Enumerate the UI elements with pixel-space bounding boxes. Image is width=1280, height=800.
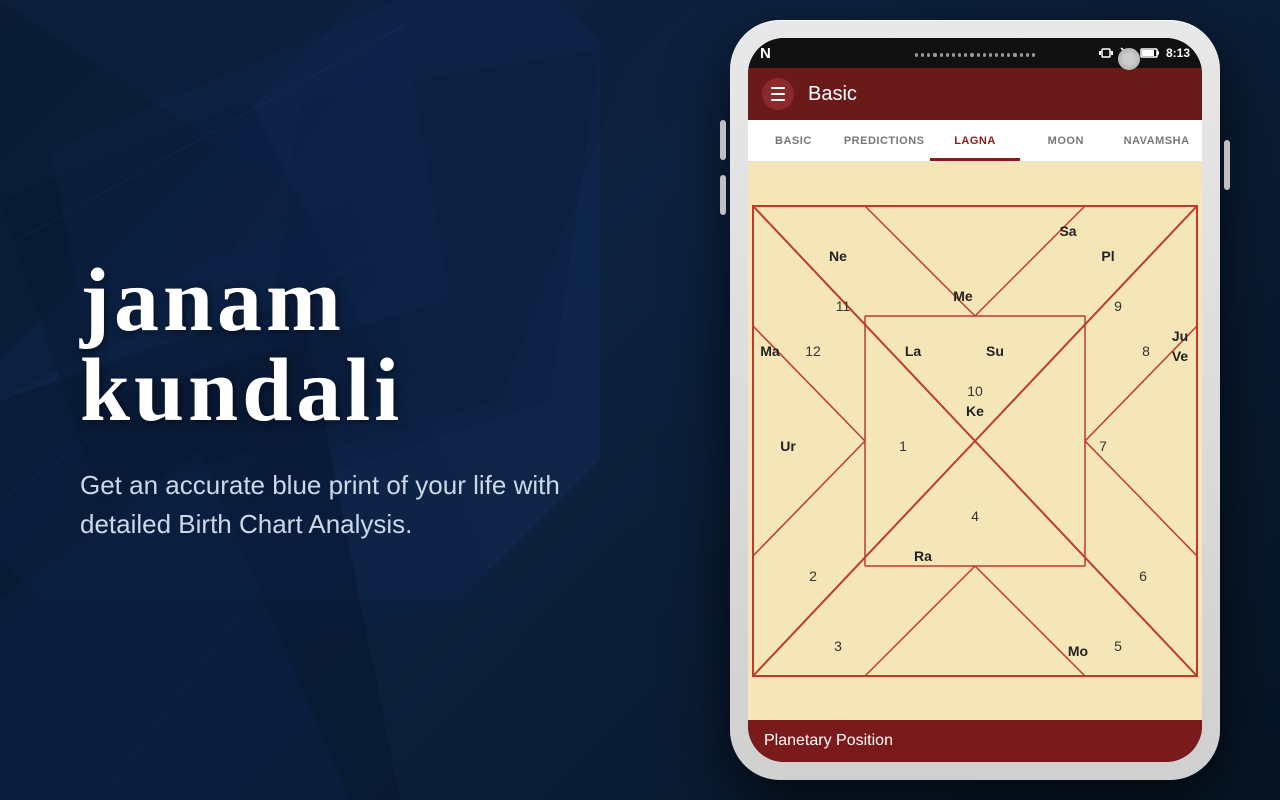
house-4: 4: [971, 508, 979, 524]
house-8: 8: [1142, 343, 1150, 359]
tab-lagna[interactable]: LAGNA: [930, 120, 1021, 161]
planet-la: La: [905, 343, 922, 359]
vibrate-icon: [1098, 47, 1114, 59]
planetary-position-label: Planetary Position: [764, 732, 893, 750]
volume-up-button: [720, 120, 726, 160]
planet-ra: Ra: [914, 548, 932, 564]
planet-sa: Sa: [1059, 223, 1076, 239]
hamburger-line-3: [771, 99, 785, 101]
house-2: 2: [809, 568, 817, 584]
planet-su: Su: [986, 343, 1004, 359]
house-5: 5: [1114, 638, 1122, 654]
header-title: Basic: [808, 83, 857, 106]
tab-moon[interactable]: MOON: [1020, 120, 1111, 161]
power-button: [1224, 140, 1230, 190]
status-logo: N: [760, 45, 771, 62]
kundali-svg: Sa Ne Pl 11 Me 9 Ma 12 L: [748, 162, 1202, 720]
phone-mockup: N 8:13: [730, 20, 1220, 780]
house-3: 3: [834, 638, 842, 654]
bottom-bar[interactable]: Planetary Position: [748, 720, 1202, 762]
planet-ju: Ju: [1172, 328, 1188, 344]
speaker-grille: [915, 48, 1035, 62]
house-11: 11: [836, 298, 851, 314]
house-6: 6: [1139, 568, 1147, 584]
phone-screen: N 8:13: [748, 38, 1202, 762]
planet-ke: Ke: [966, 403, 984, 419]
kundali-chart: Sa Ne Pl 11 Me 9 Ma 12 L: [748, 162, 1202, 720]
planet-mo: Mo: [1068, 643, 1088, 659]
house-7: 7: [1099, 438, 1107, 454]
tab-navamsha[interactable]: NAVAMSHA: [1111, 120, 1202, 161]
house-1: 1: [899, 438, 907, 454]
hamburger-line-1: [771, 87, 785, 89]
title-line2: kundali: [80, 341, 403, 440]
navigation-tabs: BASIC PREDICTIONS LAGNA MOON NAVAMSHA: [748, 120, 1202, 162]
hamburger-line-2: [771, 93, 785, 95]
phone-outer-shell: N 8:13: [730, 20, 1220, 780]
app-subtitle: Get an accurate blue print of your life …: [80, 466, 600, 544]
battery-icon: [1140, 47, 1160, 59]
planet-pl: Pl: [1101, 248, 1114, 264]
app-title: janam kundali: [80, 256, 660, 436]
left-panel: janam kundali Get an accurate blue print…: [40, 0, 700, 800]
status-icons: 8:13: [1098, 46, 1190, 60]
volume-down-button: [720, 175, 726, 215]
status-time: 8:13: [1166, 46, 1190, 60]
planet-ve: Ve: [1172, 348, 1189, 364]
house-10: 10: [967, 383, 983, 399]
tab-basic[interactable]: BASIC: [748, 120, 839, 161]
house-12: 12: [805, 343, 821, 359]
planet-me: Me: [953, 288, 973, 304]
app-header: Basic: [748, 68, 1202, 120]
tab-predictions[interactable]: PREDICTIONS: [839, 120, 930, 161]
planet-ne: Ne: [829, 248, 847, 264]
house-9: 9: [1114, 298, 1122, 314]
planet-ur: Ur: [780, 438, 796, 454]
front-camera: [1118, 48, 1140, 70]
planet-ma: Ma: [760, 343, 780, 359]
menu-button[interactable]: [762, 78, 794, 110]
title-line1: janam: [80, 251, 345, 350]
